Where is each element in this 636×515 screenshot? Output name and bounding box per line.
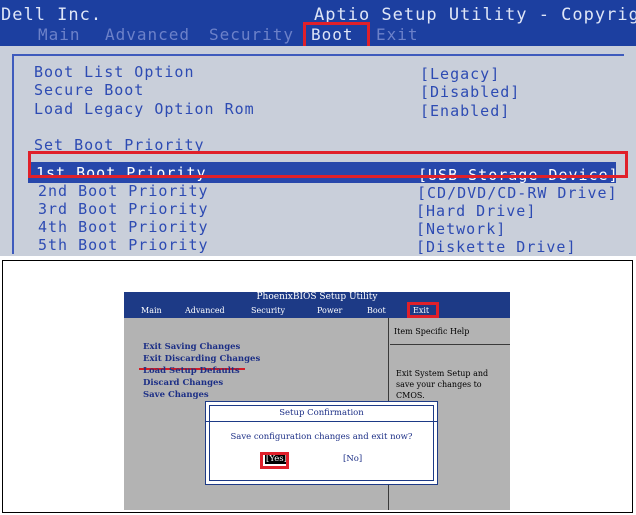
no-button[interactable]: [No] xyxy=(343,454,362,464)
menu-boot[interactable]: Boot xyxy=(367,304,386,317)
tab-main[interactable]: Main xyxy=(38,25,81,44)
dialog-separator xyxy=(206,421,437,422)
priority-value-2[interactable]: [CD/DVD/CD-RW Drive] xyxy=(417,184,618,202)
priority-label-5[interactable]: 5th Boot Priority xyxy=(38,236,209,254)
exit-menu-highlight xyxy=(407,302,439,318)
menu-power[interactable]: Power xyxy=(317,304,342,317)
priority-value-4[interactable]: [Network] xyxy=(416,220,506,238)
priority-value-5[interactable]: [Diskette Drive] xyxy=(416,238,577,256)
setting-label-boot-list[interactable]: Boot List Option xyxy=(34,63,195,81)
option-save-changes[interactable]: Save Changes xyxy=(143,389,209,401)
menu-advanced[interactable]: Advanced xyxy=(185,304,225,317)
tab-security[interactable]: Security xyxy=(209,25,294,44)
phoenix-frame: PhoenixBIOS Setup Utility Main Advanced … xyxy=(2,260,633,513)
help-separator xyxy=(390,344,510,345)
setting-label-legacy-rom[interactable]: Load Legacy Option Rom xyxy=(34,100,255,118)
dialog-message: Save configuration changes and exit now? xyxy=(230,432,413,442)
help-line-1: Exit System Setup and xyxy=(396,369,489,378)
phoenix-title: PhoenixBIOS Setup Utility xyxy=(124,292,510,303)
setting-value-boot-list[interactable]: [Legacy] xyxy=(420,65,500,83)
help-title: Item Specific Help xyxy=(394,327,470,336)
aptio-setup-screen: Dell Inc. Aptio Setup Utility - Copyrigh… xyxy=(0,0,636,256)
priority-label-2[interactable]: 2nd Boot Priority xyxy=(38,182,209,200)
option-load-defaults[interactable]: Load Setup Defaults xyxy=(143,365,240,377)
vendor-name: Dell Inc. xyxy=(1,5,103,25)
setting-value-secure-boot[interactable]: [Disabled] xyxy=(420,83,520,101)
phoenix-menubar: Main Advanced Security Power Boot Exit xyxy=(124,303,510,318)
setting-label-secure-boot[interactable]: Secure Boot xyxy=(34,81,144,99)
priority-label-4[interactable]: 4th Boot Priority xyxy=(38,218,209,236)
option-exit-saving[interactable]: Exit Saving Changes xyxy=(143,341,240,353)
setup-confirmation-dialog: Setup Confirmation Save configuration ch… xyxy=(205,401,438,485)
menu-main[interactable]: Main xyxy=(141,304,162,317)
first-priority-highlight xyxy=(28,151,628,178)
menu-security[interactable]: Security xyxy=(251,304,285,317)
boot-tab-highlight xyxy=(303,22,370,49)
tab-exit[interactable]: Exit xyxy=(376,25,419,44)
yes-button-highlight xyxy=(260,452,289,469)
help-line-3: CMOS. xyxy=(396,391,425,400)
setting-value-legacy-rom[interactable]: [Enabled] xyxy=(420,102,510,120)
help-line-2: save your changes to xyxy=(396,380,482,389)
option-exit-discarding[interactable]: Exit Discarding Changes xyxy=(143,353,260,365)
tab-advanced[interactable]: Advanced xyxy=(105,25,190,44)
priority-label-3[interactable]: 3rd Boot Priority xyxy=(38,200,209,218)
dialog-title: Setup Confirmation xyxy=(279,408,364,418)
priority-value-3[interactable]: [Hard Drive] xyxy=(416,202,536,220)
option-discard-changes[interactable]: Discard Changes xyxy=(143,377,223,389)
